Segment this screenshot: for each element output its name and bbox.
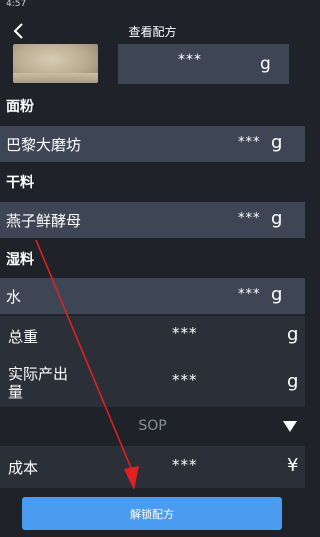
ingredient-value: *** (238, 135, 261, 150)
sop-toggle[interactable]: SOP (0, 408, 305, 446)
total-weight-label: 总重 (8, 328, 39, 346)
recipe-photo (13, 44, 98, 83)
ingredient-row: 巴黎大磨坊 *** g (0, 126, 305, 162)
recipe-weight-box: *** g (118, 44, 289, 84)
cost-row: 成本 *** ¥ (0, 446, 305, 488)
ingredient-unit: g (271, 208, 283, 229)
triangle-down-icon[interactable] (283, 421, 297, 433)
ingredient-value: *** (238, 287, 261, 302)
recipe-weight-unit: g (260, 54, 271, 74)
section-title-dry: 干料 (6, 175, 34, 191)
actual-output-value: *** (172, 371, 198, 389)
status-bar: 4:57 (0, 0, 305, 8)
section-title-wet: 湿料 (6, 252, 34, 268)
actual-output-row: 实际产出量 *** g (0, 357, 305, 407)
actual-output-unit: g (287, 371, 299, 392)
cost-value: *** (172, 456, 198, 474)
total-weight-value: *** (172, 324, 198, 342)
cost-unit: ¥ (287, 455, 299, 476)
ingredient-name: 燕子鲜酵母 (6, 212, 82, 230)
sop-label: SOP (138, 418, 167, 434)
bottom-bar: 解锁配方 (0, 490, 305, 537)
nav-bar: 查看配方 (0, 14, 305, 48)
status-time: 4:57 (6, 0, 27, 8)
ingredient-value: *** (238, 211, 261, 226)
ingredient-row: 燕子鲜酵母 *** g (0, 202, 305, 238)
ingredient-name: 巴黎大磨坊 (6, 136, 82, 154)
ingredient-row: 水 *** g (0, 278, 305, 314)
actual-output-label: 实际产出量 (8, 365, 69, 401)
page-title: 查看配方 (128, 25, 177, 39)
total-weight-unit: g (287, 324, 299, 345)
recipe-weight-value: *** (178, 52, 202, 68)
total-weight-row: 总重 *** g (0, 316, 305, 356)
section-title-flour: 面粉 (6, 99, 34, 115)
ingredient-unit: g (271, 284, 283, 305)
unlock-recipe-button[interactable]: 解锁配方 (22, 497, 282, 530)
ingredient-unit: g (271, 132, 283, 153)
ingredient-name: 水 (6, 288, 22, 306)
cost-label: 成本 (8, 459, 39, 477)
